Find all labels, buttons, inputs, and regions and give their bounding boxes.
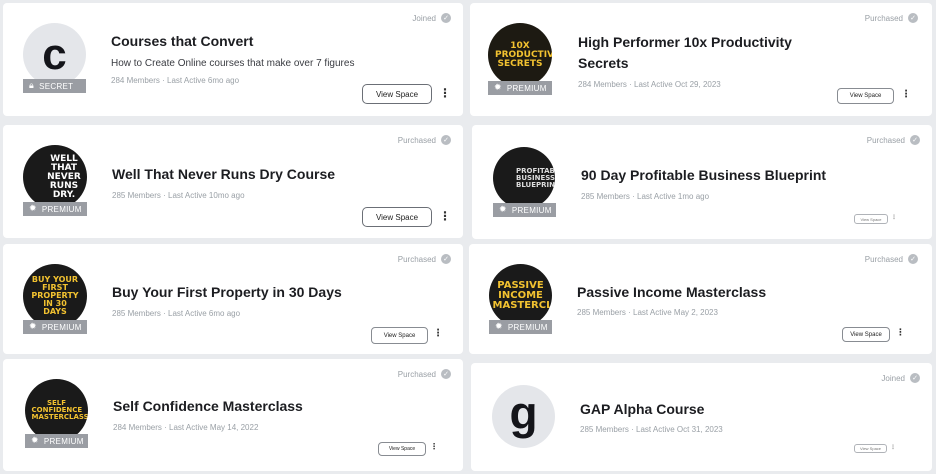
badge-icon: ✹	[495, 322, 503, 332]
check-circle-icon: ✓	[910, 373, 920, 383]
check-circle-icon: ✓	[908, 13, 918, 23]
space-title[interactable]: Courses that Convert	[111, 31, 431, 52]
purchased-status: Purchased ✓	[398, 135, 451, 145]
secret-badge: 🔒︎ SECRET	[23, 79, 86, 93]
badge-icon: ✹	[499, 205, 507, 215]
badge-icon: ✹	[31, 436, 39, 446]
space-card[interactable]: Joined ✓ g GAP Alpha Course 285 Members …	[471, 363, 932, 471]
premium-badge: ✹ PREMIUM	[23, 202, 87, 216]
space-title[interactable]: 90 Day Profitable Business Blueprint	[581, 165, 901, 186]
more-options-icon[interactable]: ⋮	[430, 443, 438, 451]
view-space-button[interactable]: View Space	[842, 327, 890, 342]
view-space-button[interactable]: View Space	[854, 214, 888, 224]
check-circle-icon: ✓	[910, 135, 920, 145]
check-circle-icon: ✓	[908, 254, 918, 264]
space-meta: 284 Members · Last Active 6mo ago	[111, 76, 240, 85]
space-avatar[interactable]: PASSIVE INCOME MASTERCLASS	[489, 264, 552, 327]
joined-status: Joined ✓	[412, 13, 451, 23]
space-card[interactable]: Purchased ✓ 10X PRODUCTIVITY SECRETS ✹ P…	[470, 3, 932, 116]
more-options-icon[interactable]: ⋮	[433, 329, 443, 339]
space-avatar[interactable]: g	[492, 385, 555, 448]
badge-icon: ✹	[29, 204, 37, 214]
space-avatar[interactable]: PROFITABLE BUSINESS BLUEPRINT	[493, 147, 555, 209]
space-title[interactable]: High Performer 10x Productivity Secrets	[578, 32, 838, 74]
space-meta: 284 Members · Last Active May 14, 2022	[113, 423, 259, 432]
view-space-button[interactable]: View Space	[854, 444, 887, 453]
purchased-status: Purchased ✓	[398, 369, 451, 379]
premium-badge: ✹ PREMIUM	[493, 203, 556, 217]
view-space-button[interactable]: View Space	[837, 88, 894, 104]
space-meta: 285 Members · Last Active 6mo ago	[112, 309, 241, 318]
space-card[interactable]: Purchased ✓ BUY YOUR FIRST PROPERTY IN 3…	[3, 244, 463, 354]
space-card[interactable]: Purchased ✓ WELL THAT NEVER RUNS DRY. ✹ …	[3, 125, 463, 238]
space-title[interactable]: Passive Income Masterclass	[577, 282, 897, 303]
badge-icon: ✹	[29, 322, 37, 332]
space-meta: 285 Members · Last Active May 2, 2023	[577, 308, 718, 317]
purchased-status: Purchased ✓	[867, 135, 920, 145]
space-card[interactable]: Purchased ✓ SELF CONFIDENCE MASTERCLASS …	[3, 359, 463, 471]
space-meta: 285 Members · Last Active Oct 31, 2023	[580, 425, 723, 434]
space-avatar[interactable]: WELL THAT NEVER RUNS DRY.	[23, 145, 87, 209]
premium-badge: ✹ PREMIUM	[489, 320, 552, 334]
badge-icon: ✹	[494, 83, 502, 93]
space-avatar[interactable]: SELF CONFIDENCE MASTERCLASS	[25, 379, 88, 442]
view-space-button[interactable]: View Space	[378, 442, 426, 456]
purchased-status: Purchased ✓	[865, 13, 918, 23]
space-title[interactable]: Well That Never Runs Dry Course	[112, 164, 432, 185]
view-space-button[interactable]: View Space	[371, 327, 428, 344]
lock-icon: 🔒︎	[29, 81, 35, 91]
space-avatar[interactable]: c	[23, 23, 86, 86]
premium-badge: ✹ PREMIUM	[488, 81, 552, 95]
joined-status: Joined ✓	[881, 373, 920, 383]
view-space-button[interactable]: View Space	[362, 207, 432, 227]
space-avatar[interactable]: 10X PRODUCTIVITY SECRETS	[488, 23, 552, 87]
space-meta: 285 Members · Last Active 1mo ago	[581, 192, 710, 201]
premium-badge: ✹ PREMIUM	[23, 320, 87, 334]
view-space-button[interactable]: View Space	[362, 84, 432, 104]
space-description: How to Create Online courses that make o…	[111, 58, 355, 69]
space-card[interactable]: Purchased ✓ PASSIVE INCOME MASTERCLASS ✹…	[469, 244, 932, 354]
more-options-icon[interactable]: ⋮	[891, 215, 897, 221]
check-circle-icon: ✓	[441, 254, 451, 264]
check-circle-icon: ✓	[441, 135, 451, 145]
more-options-icon[interactable]: ⋮	[896, 329, 905, 338]
space-meta: 285 Members · Last Active 10mo ago	[112, 191, 245, 200]
space-title[interactable]: Buy Your First Property in 30 Days	[112, 282, 432, 303]
more-options-icon[interactable]: ⋮	[439, 210, 451, 222]
more-options-icon[interactable]: ⋮	[890, 445, 896, 451]
space-avatar[interactable]: BUY YOUR FIRST PROPERTY IN 30 DAYS	[23, 264, 87, 328]
space-card[interactable]: Joined ✓ c 🔒︎ SECRET Courses that Conver…	[3, 3, 463, 116]
space-card[interactable]: Purchased ✓ PROFITABLE BUSINESS BLUEPRIN…	[472, 125, 932, 239]
more-options-icon[interactable]: ⋮	[901, 90, 911, 100]
space-title[interactable]: Self Confidence Masterclass	[113, 396, 433, 417]
space-title[interactable]: GAP Alpha Course	[580, 399, 900, 420]
more-options-icon[interactable]: ⋮	[439, 87, 451, 99]
purchased-status: Purchased ✓	[398, 254, 451, 264]
check-circle-icon: ✓	[441, 13, 451, 23]
premium-badge: ✹ PREMIUM	[25, 434, 88, 448]
purchased-status: Purchased ✓	[865, 254, 918, 264]
space-meta: 284 Members · Last Active Oct 29, 2023	[578, 80, 721, 89]
check-circle-icon: ✓	[441, 369, 451, 379]
